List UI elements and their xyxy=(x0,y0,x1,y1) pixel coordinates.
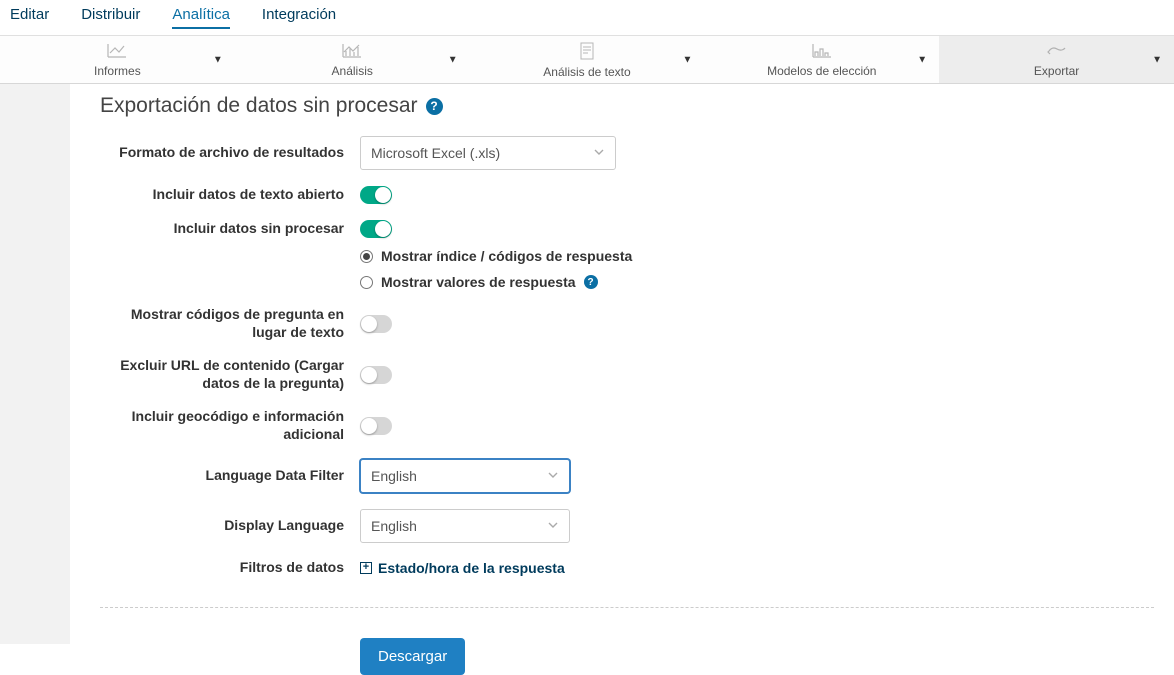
row-language-filter: Language Data Filter English xyxy=(100,459,1154,493)
toggle-incluir-geo[interactable] xyxy=(360,417,392,435)
left-gutter xyxy=(0,84,70,644)
export-icon xyxy=(1046,43,1068,62)
tab-editar[interactable]: Editar xyxy=(10,6,49,29)
tool-modelos[interactable]: Modelos de elección ▼ xyxy=(704,36,939,83)
choice-model-icon xyxy=(812,43,832,62)
chevron-down-icon xyxy=(547,468,559,484)
display-language-label: Display Language xyxy=(100,517,360,535)
radio-label: Mostrar índice / códigos de respuesta xyxy=(381,248,632,264)
radio-label: Mostrar valores de respuesta xyxy=(381,274,576,290)
tool-analisis[interactable]: Análisis ▼ xyxy=(235,36,470,83)
filtros-link-text: Estado/hora de la respuesta xyxy=(378,560,565,576)
document-icon xyxy=(578,42,596,63)
radio-icon xyxy=(360,276,373,289)
row-mostrar-codigos: Mostrar códigos de pregunta en lugar de … xyxy=(100,306,1154,341)
toggle-mostrar-codigos[interactable] xyxy=(360,315,392,333)
formato-label: Formato de archivo de resultados xyxy=(100,144,360,162)
language-filter-select[interactable]: English xyxy=(360,459,570,493)
tool-label: Informes xyxy=(94,64,141,78)
tool-label: Análisis xyxy=(332,64,373,78)
language-filter-value: English xyxy=(371,468,417,484)
excluir-url-label: Excluir URL de contenido (Cargar datos d… xyxy=(100,357,360,392)
page-title: Exportación de datos sin procesar ? xyxy=(100,94,1154,118)
descargar-button[interactable]: Descargar xyxy=(360,638,465,675)
toggle-incluir-texto-abierto[interactable] xyxy=(360,186,392,204)
tab-distribuir[interactable]: Distribuir xyxy=(81,6,140,29)
chevron-down-icon: ▼ xyxy=(917,54,927,65)
incluir-geo-label: Incluir geocódigo e información adiciona… xyxy=(100,408,360,443)
incluir-texto-abierto-label: Incluir datos de texto abierto xyxy=(100,186,360,204)
chevron-down-icon xyxy=(593,145,605,161)
divider xyxy=(100,607,1154,608)
toggle-excluir-url[interactable] xyxy=(360,366,392,384)
page-title-text: Exportación de datos sin procesar xyxy=(100,94,418,118)
help-icon[interactable]: ? xyxy=(426,98,443,115)
row-formato: Formato de archivo de resultados Microso… xyxy=(100,136,1154,170)
row-incluir-texto-abierto: Incluir datos de texto abierto xyxy=(100,186,1154,204)
chart-bar-icon xyxy=(342,43,362,62)
row-incluir-sin-procesar: Incluir datos sin procesar xyxy=(100,220,1154,238)
radio-group-display: Mostrar índice / códigos de respuesta Mo… xyxy=(360,248,1154,290)
display-language-select[interactable]: English xyxy=(360,509,570,543)
tool-label: Exportar xyxy=(1034,64,1079,78)
chevron-down-icon: ▼ xyxy=(213,54,223,65)
incluir-sin-procesar-label: Incluir datos sin procesar xyxy=(100,220,360,238)
row-display-language: Display Language English xyxy=(100,509,1154,543)
filtros-add-link[interactable]: + Estado/hora de la respuesta xyxy=(360,560,565,576)
toolbar: Informes ▼ Análisis ▼ Análisis de texto … xyxy=(0,36,1174,84)
tool-exportar[interactable]: Exportar ▼ xyxy=(939,36,1174,83)
mostrar-codigos-label: Mostrar códigos de pregunta en lugar de … xyxy=(100,306,360,341)
toggle-incluir-sin-procesar[interactable] xyxy=(360,220,392,238)
top-tabs: Editar Distribuir Analítica Integración xyxy=(0,0,1174,36)
content: Exportación de datos sin procesar ? Form… xyxy=(70,84,1174,675)
filtros-label: Filtros de datos xyxy=(100,559,360,577)
row-excluir-url: Excluir URL de contenido (Cargar datos d… xyxy=(100,357,1154,392)
chevron-down-icon: ▼ xyxy=(448,54,458,65)
chevron-down-icon xyxy=(547,518,559,534)
radio-mostrar-indice[interactable]: Mostrar índice / códigos de respuesta xyxy=(360,248,1154,264)
chevron-down-icon: ▼ xyxy=(682,54,692,65)
radio-icon xyxy=(360,250,373,263)
language-filter-label: Language Data Filter xyxy=(100,467,360,485)
chart-line-icon xyxy=(107,43,127,62)
tool-label: Análisis de texto xyxy=(543,65,630,79)
plus-icon: + xyxy=(360,562,372,574)
help-icon[interactable]: ? xyxy=(584,275,598,289)
tab-integracion[interactable]: Integración xyxy=(262,6,336,29)
formato-value: Microsoft Excel (.xls) xyxy=(371,145,500,161)
tab-analitica[interactable]: Analítica xyxy=(172,6,230,29)
display-language-value: English xyxy=(371,518,417,534)
row-descargar: Descargar xyxy=(100,638,1154,675)
row-filtros: Filtros de datos + Estado/hora de la res… xyxy=(100,559,1154,577)
export-form: Formato de archivo de resultados Microso… xyxy=(100,136,1154,675)
formato-select[interactable]: Microsoft Excel (.xls) xyxy=(360,136,616,170)
tool-informes[interactable]: Informes ▼ xyxy=(0,36,235,83)
chevron-down-icon: ▼ xyxy=(1152,54,1162,65)
tool-label: Modelos de elección xyxy=(767,64,876,78)
tool-analisis-texto[interactable]: Análisis de texto ▼ xyxy=(470,36,705,83)
main: Exportación de datos sin procesar ? Form… xyxy=(0,84,1174,675)
radio-mostrar-valores[interactable]: Mostrar valores de respuesta ? xyxy=(360,274,1154,290)
row-incluir-geo: Incluir geocódigo e información adiciona… xyxy=(100,408,1154,443)
